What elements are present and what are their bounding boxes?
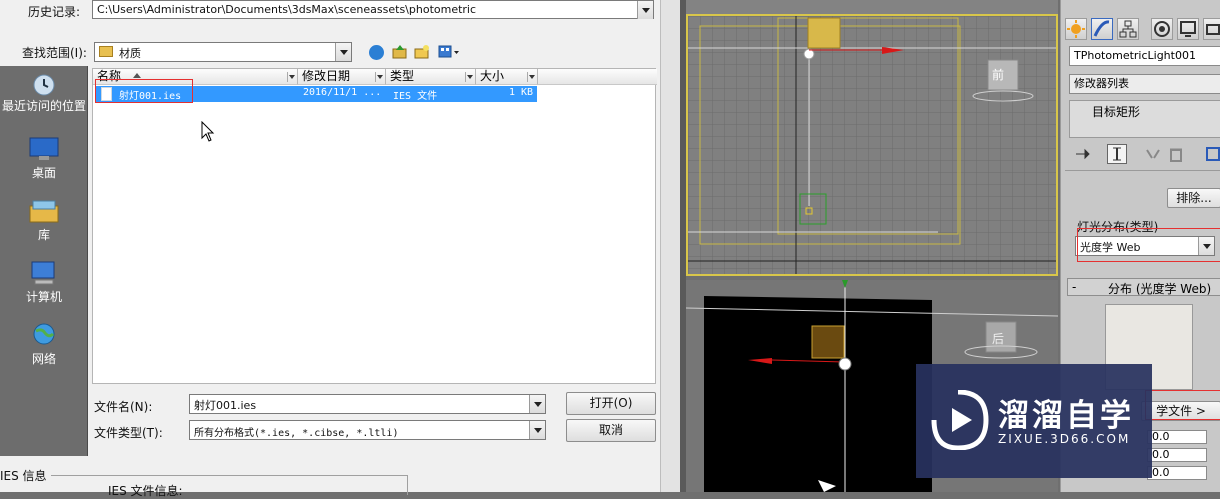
place-library[interactable]: 库 <box>0 198 88 243</box>
place-recent[interactable]: 最近访问的位置 <box>0 72 88 113</box>
history-combo[interactable]: C:\Users\Administrator\Documents\3dsMax\… <box>92 0 654 19</box>
object-name-field[interactable]: TPhotometricLight001 <box>1069 46 1220 66</box>
mouse-cursor-icon <box>201 121 215 142</box>
file-date: 2016/11/1 ... <box>303 87 382 98</box>
viewcube-front-label[interactable]: 前 <box>992 66 1004 83</box>
dialog-right-edge <box>660 0 680 492</box>
column-header-type[interactable]: 类型 <box>386 69 476 85</box>
place-computer[interactable]: 计算机 <box>0 260 88 305</box>
column-type-label: 类型 <box>390 69 415 83</box>
column-type-dropdown[interactable] <box>465 72 474 82</box>
z-rotation-spinner[interactable]: 0.0 <box>1147 466 1207 480</box>
show-end-result-icon[interactable] <box>1107 144 1127 164</box>
watermark-overlay: 溜溜自学 ZIXUE.3D66.COM <box>916 364 1152 478</box>
y-rotation-spinner[interactable]: 0.0 <box>1147 448 1207 462</box>
display-tab-icon[interactable] <box>1177 18 1199 40</box>
viewport-front[interactable]: 前 <box>686 14 1058 276</box>
places-bar: 最近访问的位置 桌面 库 计算机 网络 <box>0 66 88 456</box>
place-network-label: 网络 <box>31 352 56 366</box>
desktop-icon <box>29 136 59 162</box>
column-header-filler <box>538 69 657 85</box>
filetype-dropdown-arrow[interactable] <box>529 421 545 439</box>
lookin-label: 查找范围(I): <box>22 46 87 60</box>
place-computer-label: 计算机 <box>25 290 62 304</box>
viewport-strip-top <box>686 0 1058 14</box>
utilities-tab-icon[interactable] <box>1203 18 1220 40</box>
motion-tab-icon[interactable] <box>1151 18 1173 40</box>
up-folder-icon[interactable] <box>392 44 408 60</box>
ies-file-info-label: IES 文件信息: <box>108 484 183 498</box>
rollout-header[interactable]: - 分布 (光度学 Web) <box>1067 278 1220 296</box>
place-network[interactable]: 网络 <box>0 322 88 367</box>
watermark-play-logo-icon <box>931 390 989 450</box>
open-button[interactable]: 打开(O) <box>566 392 656 415</box>
viewport-front-grid <box>688 16 1056 274</box>
hierarchy-tab-icon[interactable] <box>1117 18 1139 40</box>
modify-tab-icon[interactable] <box>1091 18 1113 40</box>
place-desktop-label: 桌面 <box>31 166 56 180</box>
view-menu-icon[interactable] <box>438 45 460 59</box>
watermark-brand: 溜溜自学 <box>998 398 1134 434</box>
place-desktop[interactable]: 桌面 <box>0 136 88 181</box>
history-dropdown-arrow[interactable] <box>637 1 653 19</box>
make-unique-icon[interactable] <box>1145 148 1161 165</box>
x-rotation-spinner[interactable]: 0.0 <box>1147 430 1207 444</box>
viewcube-back-label[interactable]: 后 <box>992 330 1004 347</box>
file-size: 1 KB <box>509 87 534 98</box>
highlight-file-button-box <box>1145 390 1220 420</box>
cancel-button[interactable]: 取消 <box>566 419 656 442</box>
column-size-dropdown[interactable] <box>527 72 536 82</box>
modifier-list-dropdown[interactable]: 修改器列表 <box>1069 74 1220 94</box>
exclude-button[interactable]: 排除... <box>1167 188 1220 208</box>
filename-dropdown-arrow[interactable] <box>529 395 545 413</box>
configure-sets-icon[interactable] <box>1205 146 1220 165</box>
sort-up-icon <box>133 73 141 78</box>
lookin-value: 材质 <box>119 47 141 60</box>
place-library-label: 库 <box>37 228 50 242</box>
watermark-url: ZIXUE.3D66.COM <box>998 432 1131 446</box>
computer-icon <box>29 260 59 286</box>
folder-icon <box>99 46 113 57</box>
rollout-title: 分布 (光度学 Web) <box>1108 282 1212 296</box>
filename-label: 文件名(N): <box>94 400 153 414</box>
column-date-dropdown[interactable] <box>375 72 384 82</box>
column-header-size[interactable]: 大小 <box>476 69 538 85</box>
history-path: C:\Users\Administrator\Documents\3dsMax\… <box>97 3 477 16</box>
ies-info-label: IES 信息 <box>0 467 51 484</box>
highlight-distribution-box <box>1077 228 1220 262</box>
column-header-date[interactable]: 修改日期 <box>298 69 386 85</box>
file-list[interactable]: 名称 修改日期 类型 大小 射灯001.ies 2016/11/1 ... IE… <box>92 68 657 384</box>
divider <box>1065 170 1220 171</box>
filename-value: 射灯001.ies <box>194 399 257 412</box>
remove-modifier-icon[interactable] <box>1169 146 1183 165</box>
file-type: IES 文件 <box>393 91 438 102</box>
filetype-label: 文件类型(T): <box>94 426 163 440</box>
create-tab-icon[interactable] <box>1065 18 1087 40</box>
network-globe-icon <box>29 322 59 348</box>
recent-places-icon <box>29 72 59 98</box>
column-size-label: 大小 <box>480 69 505 83</box>
column-date-label: 修改日期 <box>302 69 351 83</box>
back-icon[interactable] <box>369 45 384 60</box>
lookin-dropdown-arrow[interactable] <box>335 43 351 61</box>
filetype-combo[interactable]: 所有分布格式(*.ies, *.cibse, *.ltli) <box>189 420 546 440</box>
open-file-dialog: 历史记录: C:\Users\Administrator\Documents\3… <box>0 0 680 498</box>
history-label: 历史记录: <box>28 5 81 19</box>
filename-combo[interactable]: 射灯001.ies <box>189 394 546 414</box>
pin-stack-icon[interactable] <box>1075 148 1091 163</box>
new-folder-icon[interactable] <box>414 44 430 60</box>
column-name-dropdown[interactable] <box>287 72 296 82</box>
modifier-stack-item[interactable]: 目标矩形 <box>1092 103 1140 120</box>
ies-info-group <box>0 475 408 495</box>
highlight-file-box <box>95 79 193 103</box>
modifier-stack[interactable]: 目标矩形 <box>1069 100 1220 138</box>
rollout-collapse-icon[interactable]: - <box>1072 280 1076 294</box>
filetype-value: 所有分布格式(*.ies, *.cibse, *.ltli) <box>194 428 399 439</box>
lookin-combo[interactable]: 材质 <box>94 42 352 62</box>
place-recent-label: 最近访问的位置 <box>1 99 86 113</box>
library-icon <box>29 198 59 224</box>
